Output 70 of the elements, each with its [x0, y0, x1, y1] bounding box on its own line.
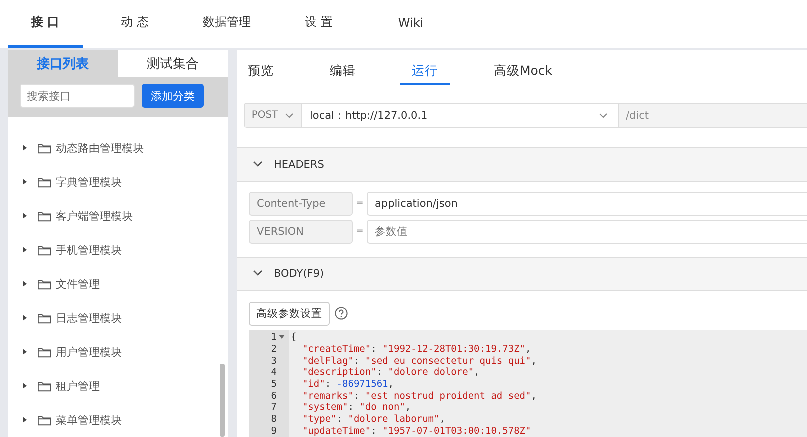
nav-tab[interactable]: 设 置 — [279, 0, 359, 48]
folder-icon — [38, 278, 51, 290]
folder-icon — [38, 244, 51, 256]
code-line: "type": "dolore laborum", — [301, 414, 446, 425]
search-field[interactable]: 搜索接口 — [20, 84, 135, 108]
code-line: "description": "dolore dolore", — [301, 367, 480, 378]
folder-icon — [38, 312, 51, 324]
line-number: 6 — [270, 390, 277, 402]
tree-item[interactable]: 租户管理 — [8, 369, 228, 403]
main-tab[interactable]: 预览 — [236, 60, 286, 85]
folder-icon — [38, 414, 51, 426]
tree-item[interactable]: 用户管理模块 — [8, 335, 228, 369]
nav-tab[interactable]: 动 态 — [95, 0, 175, 48]
nav-tab[interactable]: Wiki — [371, 0, 451, 48]
header-name-field[interactable]: VERSION — [249, 220, 353, 244]
advanced-settings-button[interactable]: 高级参数设置 — [249, 302, 330, 326]
scrollbar-thumb[interactable] — [220, 364, 225, 437]
tree-item[interactable]: 手机管理模块 — [8, 233, 228, 267]
line-number: 3 — [270, 356, 277, 367]
main-tab[interactable]: 高级Mock — [482, 60, 565, 85]
folder-icon — [38, 176, 51, 188]
tree-item[interactable]: 日志管理模块 — [8, 301, 228, 335]
section-title: HEADERS — [274, 158, 324, 171]
line-number: 2 — [270, 344, 277, 355]
tree-item-label: 字典管理模块 — [56, 174, 122, 190]
line-number: 4 — [270, 367, 277, 378]
tree-item[interactable]: 客户端管理模块 — [8, 199, 228, 233]
tree-item[interactable]: 动态路由管理模块 — [8, 131, 228, 165]
code-line: "remarks": "est nostrud proident ad sed", — [301, 390, 537, 402]
tree-item-label: 客户端管理模块 — [56, 208, 133, 224]
header-value-field[interactable]: application/json — [367, 192, 807, 216]
main-tab[interactable]: 运行 — [400, 60, 450, 85]
tree-item-label: 动态路由管理模块 — [56, 140, 144, 156]
tree-item-label: 菜单管理模块 — [56, 412, 122, 428]
equals-sign: = — [355, 198, 365, 209]
code-line: "system": "do non", — [301, 402, 412, 414]
tree-item-label: 日志管理模块 — [56, 310, 122, 326]
code-line: "updateTime": "1957-07-01T03:00:10.578Z" — [301, 426, 532, 437]
folder-icon — [38, 380, 51, 392]
nav-tab[interactable]: 数据管理 — [187, 0, 267, 48]
code-editor[interactable] — [249, 330, 807, 437]
code-line: "delFlag": "sed eu consectetur quis qui", — [301, 356, 537, 367]
header-name-field[interactable]: Content-Type — [249, 192, 353, 216]
equals-sign: = — [355, 226, 365, 237]
tree-item-label: 用户管理模块 — [56, 344, 122, 360]
tree-item[interactable]: 菜单管理模块 — [8, 403, 228, 437]
main-tab[interactable]: 编辑 — [318, 60, 368, 85]
section-title: BODY(F9) — [274, 268, 324, 280]
tree-item-label: 文件管理 — [56, 276, 100, 292]
line-number: 9 — [270, 426, 277, 437]
tree-item-label: 租户管理 — [56, 378, 100, 394]
section-header[interactable]: BODY(F9) — [237, 256, 807, 291]
code-line: "createTime": "1992-12-28T01:30:19.73Z", — [301, 344, 532, 355]
folder-icon — [38, 142, 51, 154]
folder-icon — [38, 210, 51, 222]
add-category-button[interactable]: 添加分类 — [142, 84, 204, 108]
code-line: { — [291, 332, 297, 344]
line-number: 8 — [270, 414, 277, 425]
line-number: 5 — [270, 378, 277, 390]
section-header[interactable]: HEADERS — [237, 147, 807, 182]
tree-item[interactable]: 字典管理模块 — [8, 165, 228, 199]
line-number: 7 — [270, 402, 277, 414]
folder-icon — [38, 346, 51, 358]
fold-icon[interactable] — [279, 335, 285, 340]
tree-item-label: 手机管理模块 — [56, 242, 122, 258]
header-value-field[interactable]: 参数值 — [367, 220, 807, 244]
line-number: 1 — [270, 332, 277, 344]
help-icon[interactable] — [335, 307, 348, 320]
tree-item[interactable]: 文件管理 — [8, 267, 228, 301]
code-line: "id": -86971561, — [301, 378, 394, 390]
